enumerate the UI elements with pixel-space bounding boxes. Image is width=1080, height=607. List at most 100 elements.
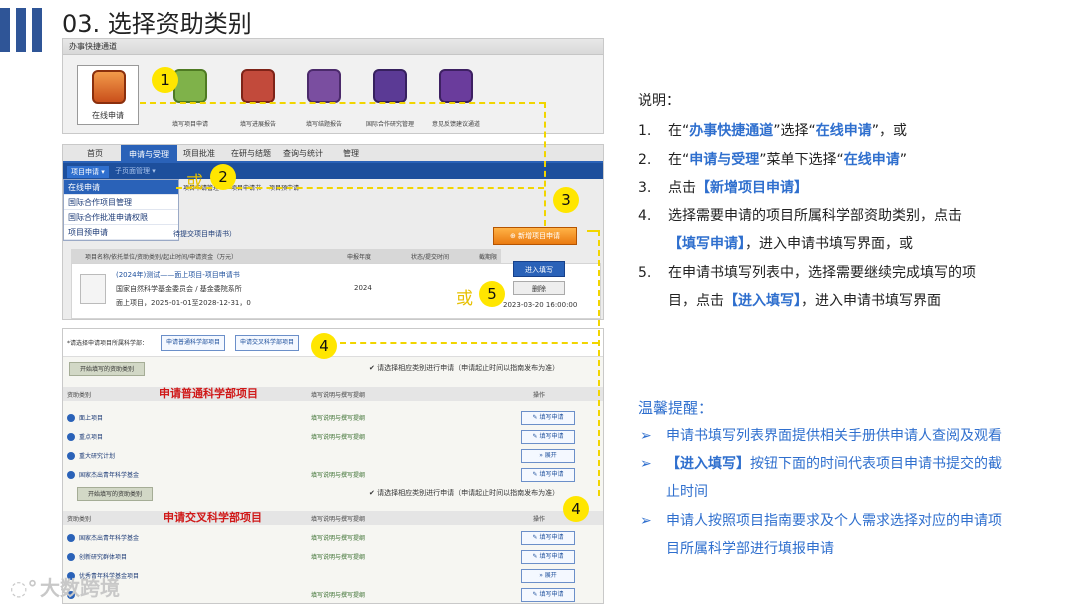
tab-approval[interactable]: 项目批准 <box>183 148 215 159</box>
section-tab-general[interactable]: 开始填写的资助类别 <box>69 362 146 376</box>
progress-report-icon[interactable] <box>241 69 275 103</box>
feedback-label: 意见反馈建议通道 <box>431 121 480 128</box>
section-title: 待提交项目申请书） <box>173 230 236 238</box>
final-report-label: 填写结题报告 <box>305 121 342 128</box>
fill-apply-button[interactable]: ✎ 填写申请 <box>521 531 575 545</box>
list-item: 重点项目 填写说明与撰写提纲 ✎ 填写申请 <box>63 428 603 446</box>
or-label: 或 <box>186 173 203 193</box>
apply-accept-panel: 首页 申请与受理 项目批准 在研与结题 查询与统计 管理 项目申请 ▾ 子页面管… <box>62 144 604 320</box>
tab-home[interactable]: 首页 <box>87 148 103 159</box>
col-guide: 填写说明与撰写提纲 <box>311 392 366 399</box>
guide-link[interactable]: 填写说明与撰写提纲 <box>311 413 365 422</box>
online-apply-button[interactable]: 在线申请 <box>77 65 139 125</box>
section-header-general: 资助类别 填写说明与撰写提纲 操作 <box>63 387 603 401</box>
step-5-cont: 目，点击【进入填写】，进入申请书填写界面 <box>668 293 941 309</box>
subpage-dropdown[interactable]: 子页面管理 ▾ <box>115 166 156 176</box>
tips-title: 温馨提醒： <box>638 399 714 417</box>
menu-item-intl-permission[interactable]: 国际合作批准申请权限 <box>64 210 178 225</box>
menu-item-pre-apply[interactable]: 项目预申请 <box>64 225 178 240</box>
section-tab-cross[interactable]: 开始填写的资助类别 <box>77 487 154 501</box>
quick-icons-row: 在线申请 填写项目申请 填写进展报告 填写结题报告 国际合作研究管理 意见反馈建… <box>63 61 603 133</box>
expand-button[interactable]: » 展开 <box>521 569 575 583</box>
connector-line <box>544 102 546 226</box>
list-item: 填写说明与撰写提纲 ✎ 填写申请 <box>63 586 603 603</box>
info-icon <box>67 452 75 460</box>
quick-channel-panel: 办事快捷通道 在线申请 填写项目申请 填写进展报告 填写结题报告 国际合作研究管… <box>62 38 604 134</box>
step-5: 5. 在申请书填写列表中，选择需要继续完成填写的项 <box>638 265 976 281</box>
expand-button[interactable]: » 展开 <box>521 449 575 463</box>
guide-link[interactable]: 填写说明与撰写提纲 <box>311 533 365 542</box>
category-name: 国家杰出青年科学基金 <box>79 535 140 542</box>
list-item: 国家杰出青年科学基金 填写说明与撰写提纲 ✎ 填写申请 <box>63 529 603 547</box>
fill-apply-button[interactable]: ✎ 填写申请 <box>521 468 575 482</box>
tip-1: ➢ 申请书填写列表界面提供相关手册供申请人查阅及观看 <box>640 428 1002 444</box>
fill-apply-button[interactable]: ✎ 填写申请 <box>521 411 575 425</box>
menu-item-intl-manage[interactable]: 国际合作项目管理 <box>64 195 178 210</box>
general-dept-button[interactable]: 申请普通科学部项目 <box>161 335 226 351</box>
col-category: 资助类别 <box>67 516 92 523</box>
step-marker-5: 5 <box>479 281 505 307</box>
guide-link[interactable]: 填写说明与撰写提纲 <box>311 432 365 441</box>
col-operation: 操作 <box>533 516 546 523</box>
step-marker-3: 3 <box>553 187 579 213</box>
connector-line <box>140 102 545 104</box>
enter-fill-button[interactable]: 进入填写 <box>513 261 565 277</box>
quick-channel-header: 办事快捷通道 <box>63 39 603 55</box>
cross-dept-title: 申请交叉科学部项目 <box>163 511 262 524</box>
new-project-button[interactable]: ⊕ 新增项目申请 <box>493 227 577 245</box>
tab-manage[interactable]: 管理 <box>343 148 359 159</box>
col-operation: 操作 <box>533 392 546 399</box>
tab-apply-accept[interactable]: 申请与受理 <box>121 145 177 163</box>
logo-icon: ◌° <box>10 576 38 600</box>
feedback-icon[interactable] <box>439 69 473 103</box>
cross-dept-button[interactable]: 申请交叉科学部项目 <box>235 335 300 351</box>
tip-2: ➢ 【进入填写】按钮下面的时间代表项目申请书提交的截 <box>640 456 1002 472</box>
col-status: 状态/提交时间 <box>411 254 450 261</box>
category-name: 重大研究计划 <box>79 453 116 460</box>
section-header-cross: 资助类别 填写说明与撰写提纲 操作 <box>63 511 603 525</box>
fill-apply-button[interactable]: ✎ 填写申请 <box>521 430 575 444</box>
project-apply-dropdown[interactable]: 项目申请 ▾ <box>67 166 109 178</box>
arrow-icon: ➢ <box>640 513 652 529</box>
intl-coop-icon[interactable] <box>373 69 407 103</box>
progress-report-label: 填写进展报告 <box>239 121 276 128</box>
table-header: 项目名称/依托单位/资助类别/起止时间/申请资金（万元） 申报年度 状态/提交时… <box>71 249 501 263</box>
deadline-time: 2023-03-20 16:00:00 <box>503 301 578 309</box>
online-apply-icon <box>92 70 126 104</box>
col-category: 资助类别 <box>67 392 92 399</box>
info-icon <box>67 433 75 441</box>
guide-link[interactable]: 填写说明与撰写提纲 <box>311 470 365 479</box>
delete-button[interactable]: 删除 <box>513 281 565 295</box>
fill-apply-button[interactable]: ✎ 填写申请 <box>521 550 575 564</box>
step-4-cont: 【填写申请】，进入申请书填写界面，或 <box>668 236 913 252</box>
row-type: 面上项目，2025-01-01至2028-12-31，0 <box>116 299 251 307</box>
list-item: 国家杰出青年科学基金 填写说明与撰写提纲 ✎ 填写申请 <box>63 466 603 484</box>
row-year: 2024 <box>354 284 372 292</box>
row-title[interactable]: (2024年)测试——面上项目-项目申请书 <box>116 270 240 280</box>
arrow-icon: ➢ <box>640 456 652 472</box>
list-item: 重大研究计划 » 展开 <box>63 447 603 465</box>
step-4: 4. 选择需要申请的项目所属科学部资助类别，点击 <box>638 208 962 224</box>
info-icon <box>67 414 75 422</box>
col-guide: 填写说明与撰写提纲 <box>311 516 366 523</box>
tip-3: ➢ 申请人按照项目指南要求及个人需求选择对应的申请项 <box>640 513 1002 529</box>
step-3: 3. 点击【新增项目申请】 <box>638 180 808 196</box>
category-name: 面上项目 <box>79 415 104 422</box>
step-marker-2: 2 <box>210 164 236 190</box>
guide-link[interactable]: 填写说明与撰写提纲 <box>311 552 365 561</box>
menu-item-online-apply[interactable]: 在线申请 <box>64 180 178 195</box>
connector-line <box>340 342 598 344</box>
main-tabbar: 首页 申请与受理 项目批准 在研与结题 查询与统计 管理 <box>63 145 603 163</box>
fill-apply-button[interactable]: ✎ 填写申请 <box>521 588 575 602</box>
or-label: 或 <box>456 289 473 309</box>
tab-ongoing[interactable]: 在研与结题 <box>231 148 271 159</box>
final-report-icon[interactable] <box>307 69 341 103</box>
explain-title: 说明： <box>638 93 680 109</box>
guide-link[interactable]: 填写说明与撰写提纲 <box>311 590 365 599</box>
project-apply-label: 填写项目申请 <box>171 121 208 128</box>
info-icon <box>67 553 75 561</box>
tip-2-cont: 止时间 <box>666 484 708 500</box>
project-apply-icon[interactable] <box>173 69 207 103</box>
list-item: 优秀青年科学基金项目 » 展开 <box>63 567 603 585</box>
tab-query[interactable]: 查询与统计 <box>283 148 323 159</box>
